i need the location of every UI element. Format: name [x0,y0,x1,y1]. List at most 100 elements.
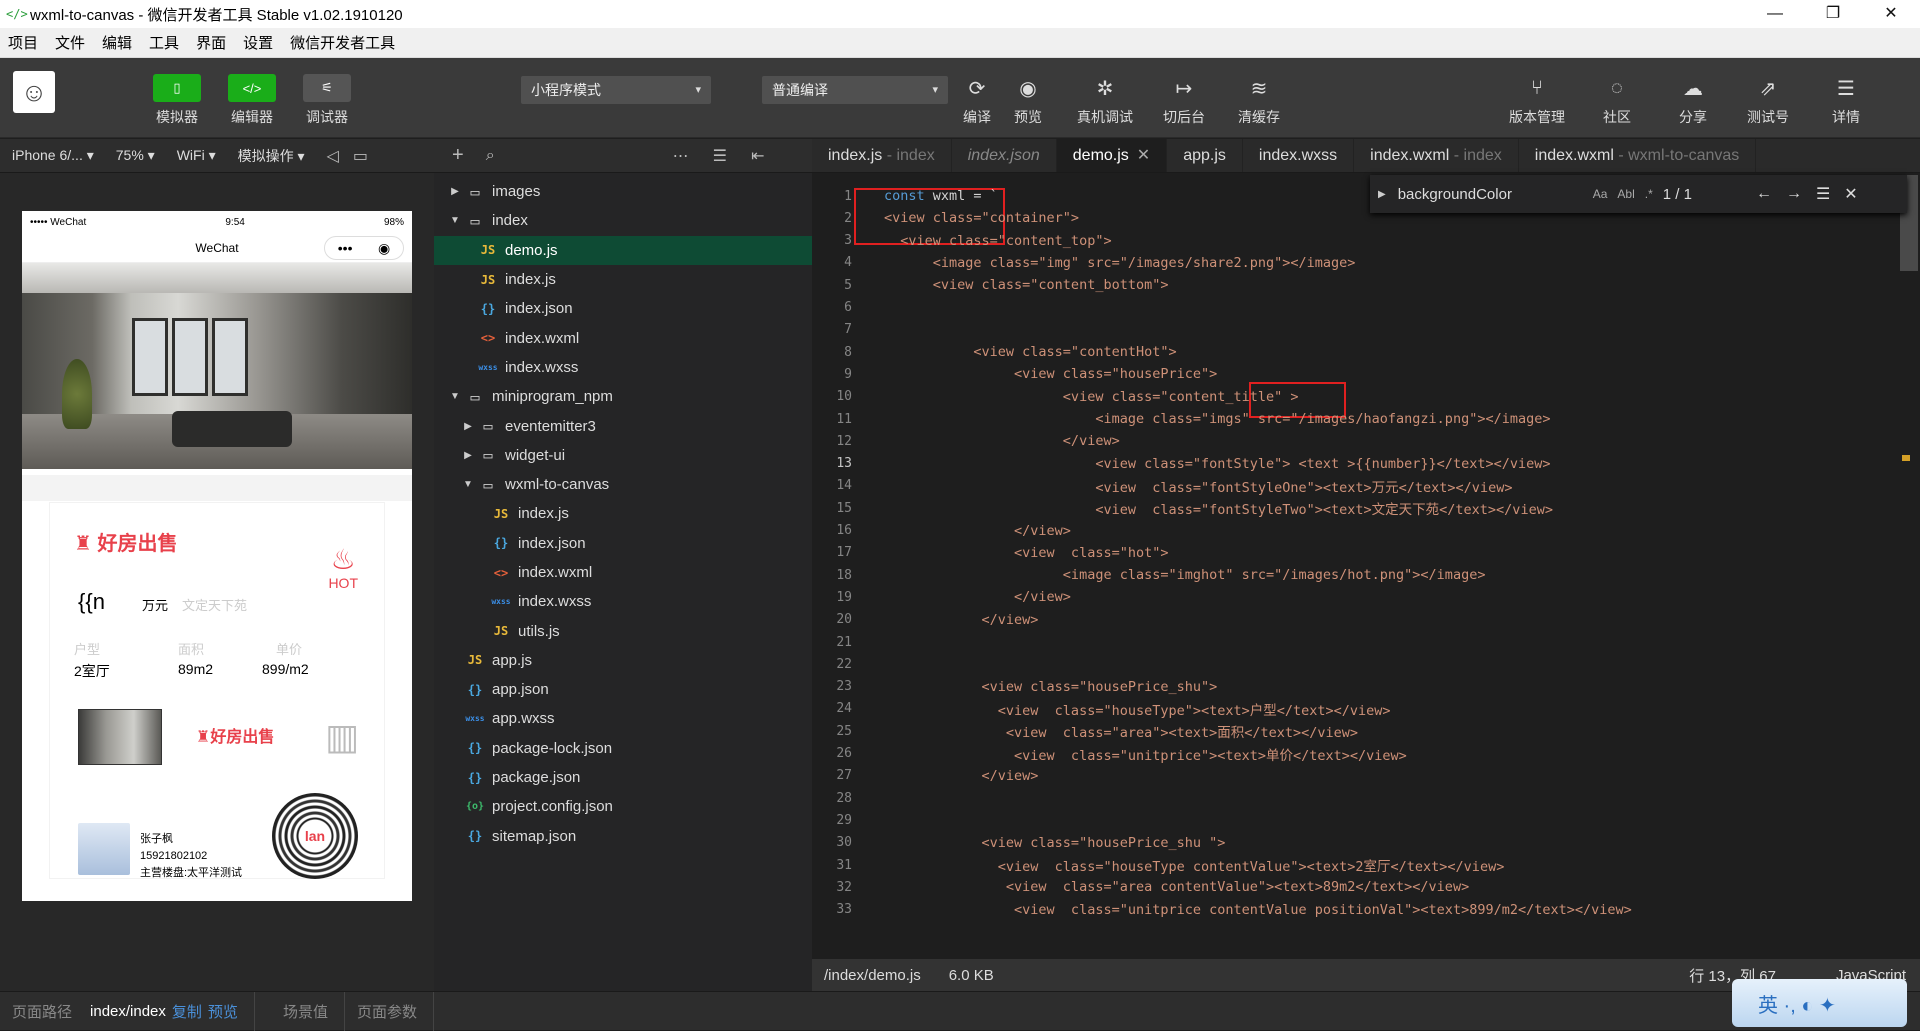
more-icon[interactable]: ⋯ [673,146,689,166]
file-tree-item[interactable]: JS utils.js [434,616,812,645]
chevron-icon[interactable]: ▶ [461,450,475,461]
search-icon[interactable]: ⌕ [486,147,495,165]
code-line[interactable]: 12 </view> [812,430,1920,452]
file-tree-item[interactable]: {} package-lock.json [434,734,812,763]
split-icon[interactable]: ⇤ [751,146,764,166]
minimize-button[interactable]: — [1746,0,1804,28]
menu-file[interactable]: 文件 [55,32,85,53]
file-tree-item[interactable]: {} sitemap.json [434,822,812,851]
menu-interface[interactable]: 界面 [196,32,226,53]
file-tree-item[interactable]: <> index.wxml [434,558,812,587]
community-button[interactable]: ◌ 社区 [1597,74,1637,127]
remote-debug-button[interactable]: ✲ 真机调试 [1077,74,1133,127]
code-line[interactable]: 26 <view class="unitprice"><text>单价</tex… [812,743,1920,765]
code-line[interactable]: 9 <view class="housePrice"> [812,363,1920,385]
code-line[interactable]: 11 <image class="imgs" src="/images/haof… [812,408,1920,430]
compile-button[interactable]: ⟳ 编译 [957,74,997,127]
share-button[interactable]: ☁ 分享 [1673,74,1713,127]
close-circle-icon[interactable]: ◉ [378,240,390,257]
phone-screen[interactable]: ••••• WeChat 9:54 98% WeChat ••• ◉ ♜ 好房出… [22,211,412,901]
file-tree-item[interactable]: ▶ ▭ eventemitter3 [434,411,812,440]
chevron-icon[interactable]: ▶ [461,421,475,432]
file-tree-item[interactable]: ▼ ▭ index [434,206,812,235]
file-tree-item[interactable]: {o} project.config.json [434,792,812,821]
file-tree-item[interactable]: {} app.json [434,675,812,704]
chevron-icon[interactable]: ▼ [461,479,475,490]
file-tree-item[interactable]: JS app.js [434,646,812,675]
details-button[interactable]: ☰ 详情 [1826,74,1866,127]
menu-settings[interactable]: 设置 [243,32,273,53]
file-tree-item[interactable]: {} package.json [434,763,812,792]
preview-button[interactable]: ◉ 预览 [1008,74,1048,127]
code-line[interactable]: 33 <view class="unitprice contentValue p… [812,899,1920,921]
compile-mode-select[interactable]: 普通编译 [762,76,948,104]
clear-cache-button[interactable]: ≋ 清缓存 [1238,74,1280,127]
code-line[interactable]: 30 <view class="housePrice_shu "> [812,832,1920,854]
code-line[interactable]: 23 <view class="housePrice_shu"> [812,676,1920,698]
find-input[interactable]: backgroundColor [1398,186,1593,203]
code-line[interactable]: 32 <view class="area contentValue"><text… [812,876,1920,898]
restore-button[interactable]: ❐ [1804,0,1862,28]
file-tree-item[interactable]: JS index.js [434,265,812,294]
version-button[interactable]: ⑂ 版本管理 [1509,74,1565,127]
ime-toolbar[interactable]: 英 ·, ◐ ✦ [1732,979,1907,1027]
user-avatar[interactable]: ☺ [13,71,55,113]
menu-edit[interactable]: 编辑 [102,32,132,53]
debugger-button[interactable]: ⚟ 调试器 [303,74,351,127]
file-tree-item[interactable]: wxss app.wxss [434,704,812,733]
code-line[interactable]: 20 </view> [812,609,1920,631]
network-select[interactable]: WiFi ▾ [177,147,216,164]
code-line[interactable]: 16 </view> [812,520,1920,542]
code-line[interactable]: 17 <view class="hot"> [812,542,1920,564]
more-dots-icon[interactable]: ••• [338,240,353,256]
close-window-button[interactable]: ✕ [1862,0,1920,28]
code-editor[interactable]: 1 const wxml = ` 2 <view class="container">… [812,173,1920,959]
file-tree-item[interactable]: <> index.wxml [434,323,812,352]
menu-wechat-devtools[interactable]: 微信开发者工具 [290,32,395,53]
find-in-selection-icon[interactable]: ☰ [1816,184,1830,204]
code-line[interactable]: 6 [812,297,1920,319]
tab-index-js[interactable]: index.js - index [812,139,952,172]
editor-button[interactable]: </> 编辑器 [228,74,276,127]
code-line[interactable]: 22 [812,653,1920,675]
code-line[interactable]: 15 <view class="fontStyleTwo"><text>文定天下… [812,497,1920,519]
code-line[interactable]: 19 </view> [812,586,1920,608]
sim-ops-select[interactable]: 模拟操作 ▾ [238,146,305,166]
tab-index-wxml-canvas[interactable]: index.wxml - wxml-to-canvas [1519,139,1757,172]
code-line[interactable]: 18 <image class="imghot" src="/images/ho… [812,564,1920,586]
menu-tools[interactable]: 工具 [149,32,179,53]
code-line[interactable]: 27 </view> [812,765,1920,787]
code-line[interactable]: 8 <view class="contentHot"> [812,341,1920,363]
copy-link[interactable]: 复制 [172,1001,202,1022]
close-find-icon[interactable]: ✕ [1844,184,1857,204]
arrow-up-icon[interactable]: ← [1756,185,1772,203]
match-case-toggle[interactable]: Aa [1593,187,1608,201]
chevron-icon[interactable]: ▼ [448,215,462,226]
file-tree-item[interactable]: {} index.json [434,529,812,558]
file-tree-item[interactable]: wxss index.wxss [434,353,812,382]
outline-icon[interactable]: ☰ [713,146,727,166]
code-line[interactable]: 10 <view class="content_title" > [812,386,1920,408]
add-icon[interactable]: + [452,144,464,167]
code-line[interactable]: 25 <view class="area"><text>面积</text></v… [812,720,1920,742]
test-account-button[interactable]: ⇗ 测试号 [1747,74,1789,127]
scene-value[interactable]: 场景值 [283,1001,328,1022]
whole-word-toggle[interactable]: Abl [1617,187,1634,201]
volume-icon[interactable]: ◁ [327,146,339,166]
file-tree-item[interactable]: JS index.js [434,499,812,528]
simulator-button[interactable]: ▯ 模拟器 [153,74,201,127]
menu-project[interactable]: 项目 [8,32,38,53]
file-tree-item[interactable]: ▶ ▭ images [434,177,812,206]
page-params[interactable]: 页面参数 [357,1001,417,1022]
arrow-down-icon[interactable]: → [1786,185,1802,203]
file-tree-item[interactable]: JS demo.js [434,235,812,265]
expand-replace-icon[interactable]: ▶ [1378,189,1386,200]
code-line[interactable]: 21 [812,631,1920,653]
code-line[interactable]: 4 <image class="img" src="/images/share2… [812,252,1920,274]
file-tree-item[interactable]: wxss index.wxss [434,587,812,616]
code-line[interactable]: 28 [812,787,1920,809]
file-tree-item[interactable]: ▶ ▭ widget-ui [434,441,812,470]
tab-index-json[interactable]: index.json [952,139,1057,172]
tab-demo-js[interactable]: demo.js ✕ [1056,139,1168,172]
code-line[interactable]: 29 [812,809,1920,831]
